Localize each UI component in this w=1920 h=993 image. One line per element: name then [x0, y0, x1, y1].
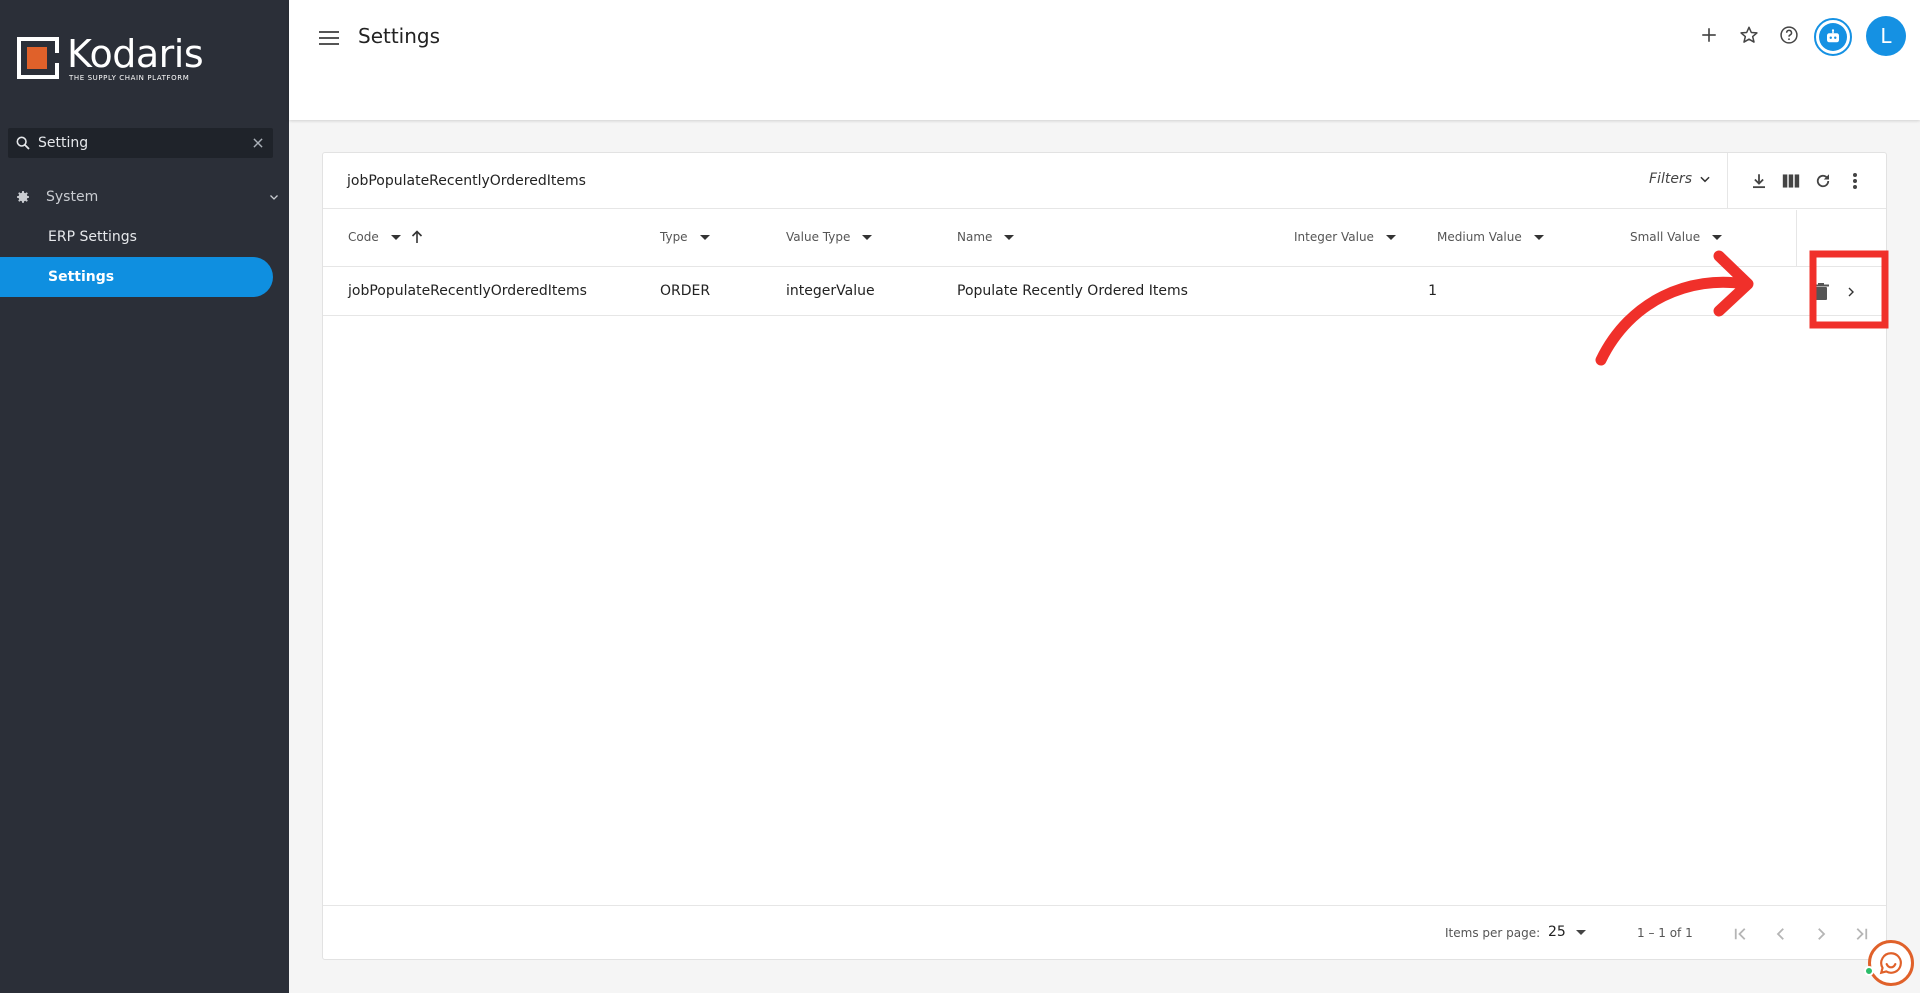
- sidebar-group-system[interactable]: System: [0, 183, 289, 211]
- sidebar: Kodaris THE SUPPLY CHAIN PLATFORM System…: [0, 0, 289, 993]
- column-label: Value Type: [786, 230, 851, 244]
- search-input[interactable]: [38, 135, 243, 151]
- previous-page-icon[interactable]: [1769, 922, 1793, 946]
- column-header-small-value[interactable]: Small Value: [1630, 230, 1723, 244]
- caret-down-icon[interactable]: [1385, 234, 1396, 240]
- column-label: Code: [348, 230, 379, 244]
- star-icon[interactable]: [1734, 20, 1764, 50]
- next-page-icon[interactable]: [1809, 922, 1833, 946]
- card-header: jobPopulateRecentlyOrderedItems Filters: [323, 153, 1886, 209]
- column-label: Name: [957, 230, 993, 244]
- settings-table-card: jobPopulateRecentlyOrderedItems Filters …: [322, 152, 1887, 960]
- filters-label: Filters: [1649, 171, 1692, 187]
- sidebar-item-erp-settings[interactable]: ERP Settings: [0, 217, 273, 257]
- column-header-value-type[interactable]: Value Type: [786, 230, 873, 244]
- column-header-integer-value[interactable]: Integer Value: [1294, 230, 1396, 244]
- clear-search-icon[interactable]: [243, 136, 273, 150]
- table-row[interactable]: jobPopulateRecentlyOrderedItems ORDER in…: [323, 268, 1886, 316]
- sidebar-search: [8, 128, 273, 158]
- row-actions: [1813, 280, 1873, 304]
- column-header-name[interactable]: Name: [957, 230, 1015, 244]
- column-label: Small Value: [1630, 230, 1701, 244]
- first-page-icon[interactable]: [1729, 922, 1753, 946]
- items-per-page-label: Items per page:: [1445, 926, 1541, 940]
- cell-code: jobPopulateRecentlyOrderedItems: [348, 283, 587, 299]
- column-label: Medium Value: [1437, 230, 1522, 244]
- avatar[interactable]: L: [1866, 16, 1906, 56]
- caret-down-icon[interactable]: [1004, 234, 1015, 240]
- items-per-page-value: 25: [1548, 924, 1566, 940]
- sidebar-item-label: ERP Settings: [48, 229, 137, 245]
- chat-widget-icon[interactable]: [1868, 940, 1914, 986]
- kodaris-logo-icon: [17, 37, 59, 79]
- column-header-type[interactable]: Type: [660, 230, 710, 244]
- items-per-page-select[interactable]: 25: [1548, 924, 1586, 940]
- cell-integer-value: 1: [1428, 283, 1437, 299]
- refresh-icon[interactable]: [1811, 169, 1835, 193]
- chevron-down-icon: [1700, 176, 1710, 183]
- topbar: Settings L: [289, 0, 1920, 120]
- header-actions: L: [1680, 16, 1920, 58]
- caret-down-icon[interactable]: [1533, 234, 1544, 240]
- last-page-icon[interactable]: [1849, 922, 1873, 946]
- sidebar-group-label: System: [46, 189, 99, 205]
- delete-icon[interactable]: [1813, 283, 1829, 301]
- table-header: Code Type Value Type Name Integer Value …: [323, 210, 1886, 267]
- logo-tagline: THE SUPPLY CHAIN PLATFORM: [69, 73, 190, 82]
- sidebar-item-settings[interactable]: Settings: [0, 257, 273, 297]
- logo-name: Kodaris: [67, 31, 204, 76]
- sort-ascending-icon[interactable]: [411, 230, 423, 244]
- columns-icon[interactable]: [1779, 169, 1803, 193]
- caret-down-icon[interactable]: [390, 234, 401, 240]
- caret-down-icon[interactable]: [1712, 234, 1723, 240]
- online-status-dot: [1864, 966, 1874, 976]
- caret-down-icon[interactable]: [862, 234, 873, 240]
- chevron-right-icon[interactable]: [1845, 285, 1857, 299]
- cell-name: Populate Recently Ordered Items: [957, 283, 1188, 299]
- divider: [1796, 210, 1797, 266]
- help-icon[interactable]: [1774, 20, 1804, 50]
- column-header-medium-value[interactable]: Medium Value: [1437, 230, 1544, 244]
- add-icon[interactable]: [1694, 20, 1724, 50]
- page-title: Settings: [358, 24, 441, 48]
- more-vertical-icon[interactable]: [1843, 169, 1867, 193]
- cell-type: ORDER: [660, 283, 711, 299]
- caret-down-icon[interactable]: [699, 234, 710, 240]
- filters-button[interactable]: Filters: [1649, 171, 1712, 187]
- column-label: Integer Value: [1294, 230, 1374, 244]
- caret-down-icon: [1575, 929, 1586, 935]
- assistant-bot-icon[interactable]: [1814, 18, 1852, 56]
- menu-icon[interactable]: [317, 26, 341, 50]
- search-icon: [8, 135, 38, 151]
- column-label: Type: [660, 230, 688, 244]
- download-icon[interactable]: [1747, 169, 1771, 193]
- sidebar-item-label: Settings: [48, 269, 115, 285]
- paginator: Items per page: 25 1 – 1 of 1: [323, 905, 1886, 961]
- card-title: jobPopulateRecentlyOrderedItems: [347, 173, 586, 189]
- page-range-label: 1 – 1 of 1: [1637, 926, 1693, 940]
- cell-value-type: integerValue: [786, 283, 875, 299]
- column-header-code[interactable]: Code: [348, 230, 423, 244]
- divider: [1727, 153, 1728, 209]
- kodaris-logo[interactable]: Kodaris THE SUPPLY CHAIN PLATFORM: [17, 31, 204, 82]
- chevron-down-icon: [259, 191, 289, 203]
- gear-icon: [0, 189, 46, 205]
